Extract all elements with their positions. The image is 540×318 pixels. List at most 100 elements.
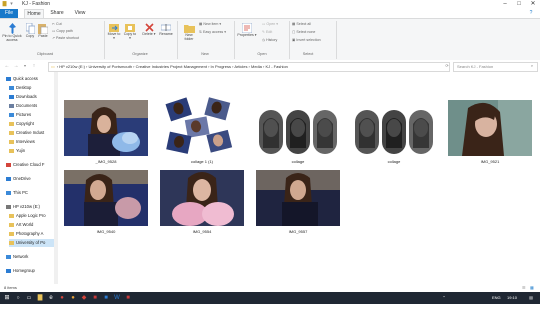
network-icon — [6, 254, 11, 259]
sidebar-item-onedrive[interactable]: OneDrive — [6, 175, 54, 183]
sidebar-item-downloads[interactable]: Downloads — [9, 93, 57, 101]
file-item[interactable] — [160, 94, 244, 156]
move-to-button[interactable]: Move to ▾ — [107, 23, 121, 40]
tab-view[interactable]: View — [72, 9, 88, 18]
ribbon: Pin to Quick access Copy Paste ✂ Cut ▭ C… — [0, 18, 540, 62]
app-icon[interactable]: ■ — [102, 294, 110, 302]
sidebar-item-apple-logic[interactable]: Apple Logic Pro — [9, 212, 57, 220]
refresh-icon[interactable]: ⟳ — [443, 62, 451, 70]
help-icon[interactable]: ? — [526, 9, 536, 18]
file-item[interactable] — [256, 108, 340, 156]
copy-path-button[interactable]: ▭ Copy path — [52, 29, 73, 33]
folder-icon — [9, 148, 14, 153]
system-tray-icons[interactable]: ⌃ ▭ ◖ )) — [440, 294, 448, 316]
windows-start-icon[interactable]: ⊞ — [3, 294, 11, 302]
new-folder-button[interactable]: New folder — [181, 23, 197, 41]
paste-icon — [38, 24, 48, 34]
sidebar-item-interviews[interactable]: Interviews — [9, 138, 57, 146]
sidebar-item-this-pc[interactable]: This PC — [6, 189, 54, 197]
invert-selection-button[interactable]: ▣ Invert selection — [292, 38, 321, 42]
copy-to-button[interactable]: Copy to ▾ — [123, 23, 137, 40]
open-button[interactable]: ▭ Open ▾ — [262, 22, 278, 26]
forward-icon[interactable]: → — [12, 62, 20, 70]
photo-thumbnail — [256, 170, 340, 226]
new-item-button[interactable]: ▦ New item ▾ — [199, 22, 221, 26]
close-button[interactable]: ✕ — [526, 0, 540, 9]
clock[interactable]: 19:10 — [507, 294, 517, 302]
collage-thumbnail — [160, 94, 244, 156]
recent-dropdown-icon[interactable]: ▾ — [21, 62, 29, 70]
file-item[interactable] — [160, 170, 244, 226]
file-item[interactable] — [448, 100, 532, 156]
sidebar-item-pictures[interactable]: Pictures — [9, 111, 57, 119]
pin-quick-access-button[interactable]: Pin to Quick access — [2, 23, 22, 42]
language-indicator[interactable]: ENG — [492, 294, 501, 302]
sidebar-item-network[interactable]: Network — [6, 253, 54, 261]
cloud-icon — [6, 176, 11, 181]
details-view-icon[interactable]: ☰ — [522, 284, 526, 292]
sidebar-item-creative-cloud[interactable]: Creative Cloud F — [6, 161, 54, 169]
search-icon[interactable]: ○ — [14, 294, 22, 302]
sidebar-item-copyright[interactable]: Copyright — [9, 120, 57, 128]
sidebar-item-homegroup[interactable]: Homegroup — [6, 267, 54, 275]
sidebar-item-hp-drive[interactable]: HP v210w (E:) — [6, 203, 54, 211]
sidebar-item-desktop[interactable]: Desktop — [9, 84, 57, 92]
select-group-label: Select — [302, 52, 314, 56]
file-item[interactable] — [64, 170, 148, 226]
app-icon[interactable]: ◆ — [80, 294, 88, 302]
file-item[interactable] — [352, 108, 436, 156]
app-icon[interactable]: ■ — [124, 294, 132, 302]
file-item[interactable] — [64, 100, 148, 156]
sidebar-item-yujin[interactable]: Yujin — [9, 147, 57, 155]
tab-home[interactable]: Home — [24, 9, 44, 18]
file-item[interactable] — [256, 170, 340, 226]
creative-cloud-icon — [6, 162, 11, 167]
collage-thumbnail — [256, 108, 340, 156]
taskbar: ⊞ ○ ▭ ▇ e ● ● ◆ ■ ■ W ■ ⌃ ▭ ◖ )) ENG 19:… — [0, 292, 540, 316]
file-explorer-icon[interactable]: ▇ — [36, 294, 44, 302]
history-button[interactable]: ◷ History — [262, 38, 277, 42]
easy-access-button[interactable]: ⇅ Easy access ▾ — [199, 30, 226, 34]
address-path[interactable]: ▭ › HP v210w (E:) › University of Portsmo… — [48, 62, 450, 72]
sidebar-scrollbar[interactable] — [54, 72, 58, 284]
address-bar-row: ← → ▾ ↑ ▭ › HP v210w (E:) › University of… — [0, 60, 540, 72]
minimize-button[interactable]: – — [498, 0, 512, 9]
select-none-button[interactable]: ▢ Select none — [292, 30, 315, 34]
search-input[interactable]: Search KJ - Fashion — [453, 62, 538, 72]
task-view-icon[interactable]: ▭ — [25, 294, 33, 302]
notifications-icon[interactable]: ▤ — [527, 294, 535, 302]
edge-icon[interactable]: e — [47, 294, 55, 302]
properties-button[interactable]: Properties ▾ — [237, 23, 257, 37]
app-icon[interactable]: ● — [58, 294, 66, 302]
ribbon-tabs: File Home Share View ? — [0, 9, 540, 18]
sidebar-item-documents[interactable]: Documents — [9, 102, 57, 110]
app-icon[interactable]: ■ — [91, 294, 99, 302]
up-icon[interactable]: ↑ — [30, 62, 38, 70]
word-icon[interactable]: W — [113, 294, 121, 302]
tab-file[interactable]: File — [0, 9, 18, 18]
sidebar-item-university[interactable]: University of Po — [9, 239, 57, 247]
collage-thumbnail — [352, 108, 436, 156]
cut-button[interactable]: ✂ Cut — [52, 22, 62, 26]
computer-icon — [6, 190, 11, 195]
paste-shortcut-button[interactable]: ↗ Paste shortcut — [52, 36, 79, 40]
sidebar-item-quick-access[interactable]: Quick access — [6, 75, 54, 83]
maximize-button[interactable]: □ — [512, 0, 526, 9]
edit-button[interactable]: ✎ Edit — [262, 30, 272, 34]
search-icon: ⌕ — [530, 63, 534, 68]
delete-button[interactable]: Delete ▾ — [141, 23, 157, 36]
back-icon[interactable]: ← — [3, 62, 11, 70]
sidebar-item-art-world[interactable]: Art World — [9, 221, 57, 229]
large-icons-view-icon[interactable]: ▦ — [530, 284, 534, 292]
select-all-button[interactable]: ▦ Select all — [292, 22, 311, 26]
copy-button[interactable]: Copy — [24, 23, 36, 38]
sidebar-item-photography[interactable]: Photography A — [9, 230, 57, 238]
app-icon[interactable]: ● — [69, 294, 77, 302]
rename-button[interactable]: Rename — [158, 23, 174, 36]
tab-share[interactable]: Share — [48, 9, 66, 18]
drive-icon — [6, 204, 11, 209]
item-count: 8 items — [4, 285, 17, 290]
paste-button[interactable]: Paste — [37, 23, 49, 38]
sidebar-item-creative-industries[interactable]: Creative Indust — [9, 129, 57, 137]
quick-access-toolbar-icon[interactable]: ▾ — [9, 1, 14, 7]
